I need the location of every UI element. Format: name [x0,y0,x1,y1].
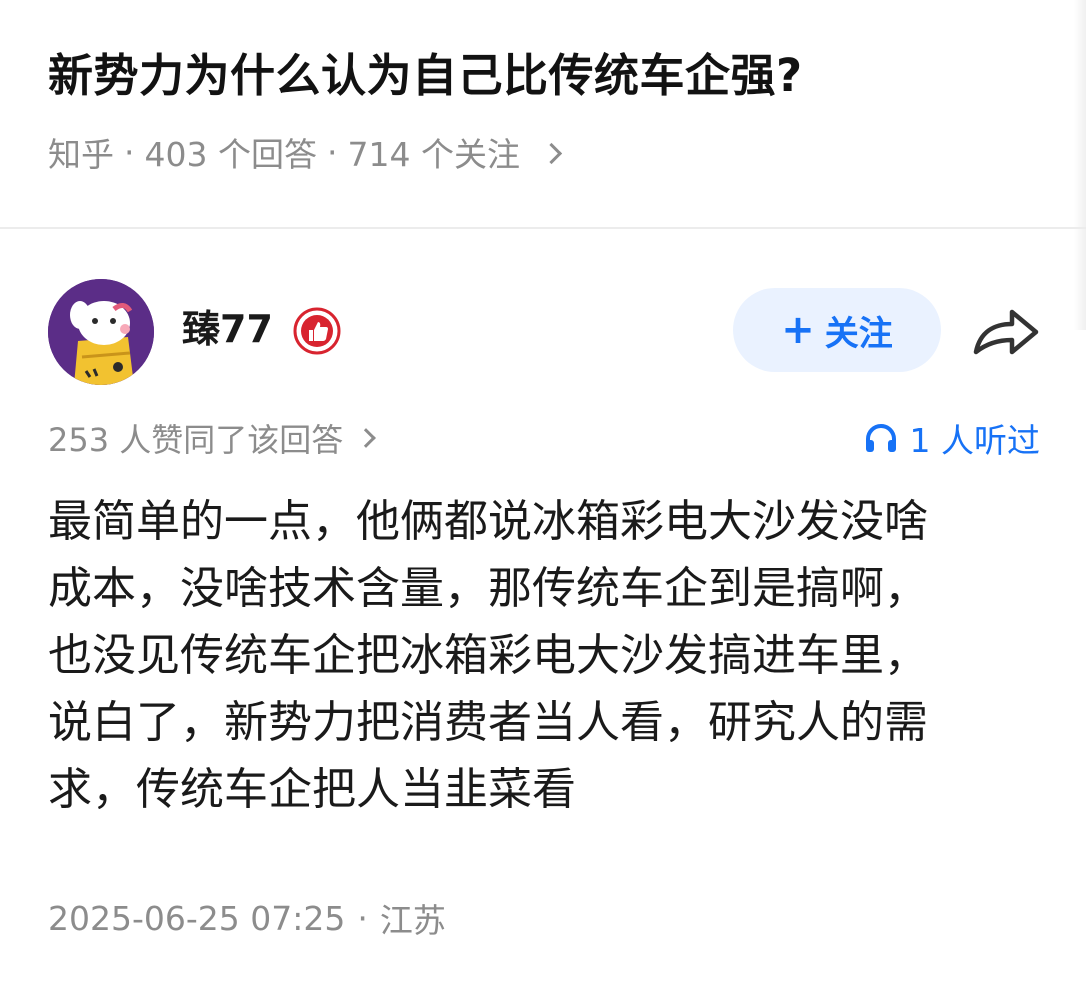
upvote-count: 253 人赞同了该回答 [48,421,344,459]
answer-line: 也没见传统车企把冰箱彩电大沙发搞进车里， [48,630,928,681]
post-location: 江苏 [379,901,446,940]
thumbs-up-badge-icon [293,307,341,355]
answer-line: 成本，没啥技术含量，那传统车企到是搞啊， [48,563,928,614]
share-arrow-icon [973,309,1039,355]
avatar-image [48,279,154,385]
avatar[interactable] [48,279,154,385]
follow-label: 关注 [824,313,893,354]
footer-separator: · [357,898,368,938]
meta-separator: · [326,132,338,172]
answers-count: 403 个回答 [144,135,317,174]
share-button[interactable] [970,302,1042,362]
upvote-stats[interactable]: 253 人赞同了该回答 [48,414,377,462]
follow-button[interactable]: + 关注 [733,288,941,372]
answer-line: 说白了，新势力把消费者当人看，研究人的需 [48,697,928,748]
answer-footer: 2025-06-25 07:25 · 江苏 [48,893,446,943]
chevron-right-icon [540,142,563,164]
header-divider [0,227,1086,229]
answer-line: 最简单的一点，他俩都说冰箱彩电大沙发没啥 [48,496,928,547]
meta-separator: · [124,132,135,172]
answer-line: 求，传统车企把人当韭菜看 [48,764,576,815]
headphones-icon [865,424,896,452]
followers-count: 714 个关注 [347,135,520,174]
post-datetime: 2025-06-25 07:25 [48,898,346,938]
author-name[interactable]: 臻77 [182,302,273,356]
listen-stats[interactable]: 1 人听过 [864,414,1041,462]
plus-icon: + [781,307,815,353]
answer-page: 新势力为什么认为自己比传统车企强? 知乎 · 403 个回答 · 714 个关注… [0,0,1086,987]
scroll-edge [1074,0,1086,330]
chevron-right-icon [356,428,377,448]
question-title[interactable]: 新势力为什么认为自己比传统车企强? [48,44,1048,108]
question-meta[interactable]: 知乎 · 403 个回答 · 714 个关注 [48,128,563,176]
answer-content: 最简单的一点，他俩都说冰箱彩电大沙发没啥 成本，没啥技术含量，那传统车企到是搞啊… [48,488,1043,823]
listen-count: 1 人听过 [909,421,1041,460]
source-label: 知乎 [48,135,114,174]
